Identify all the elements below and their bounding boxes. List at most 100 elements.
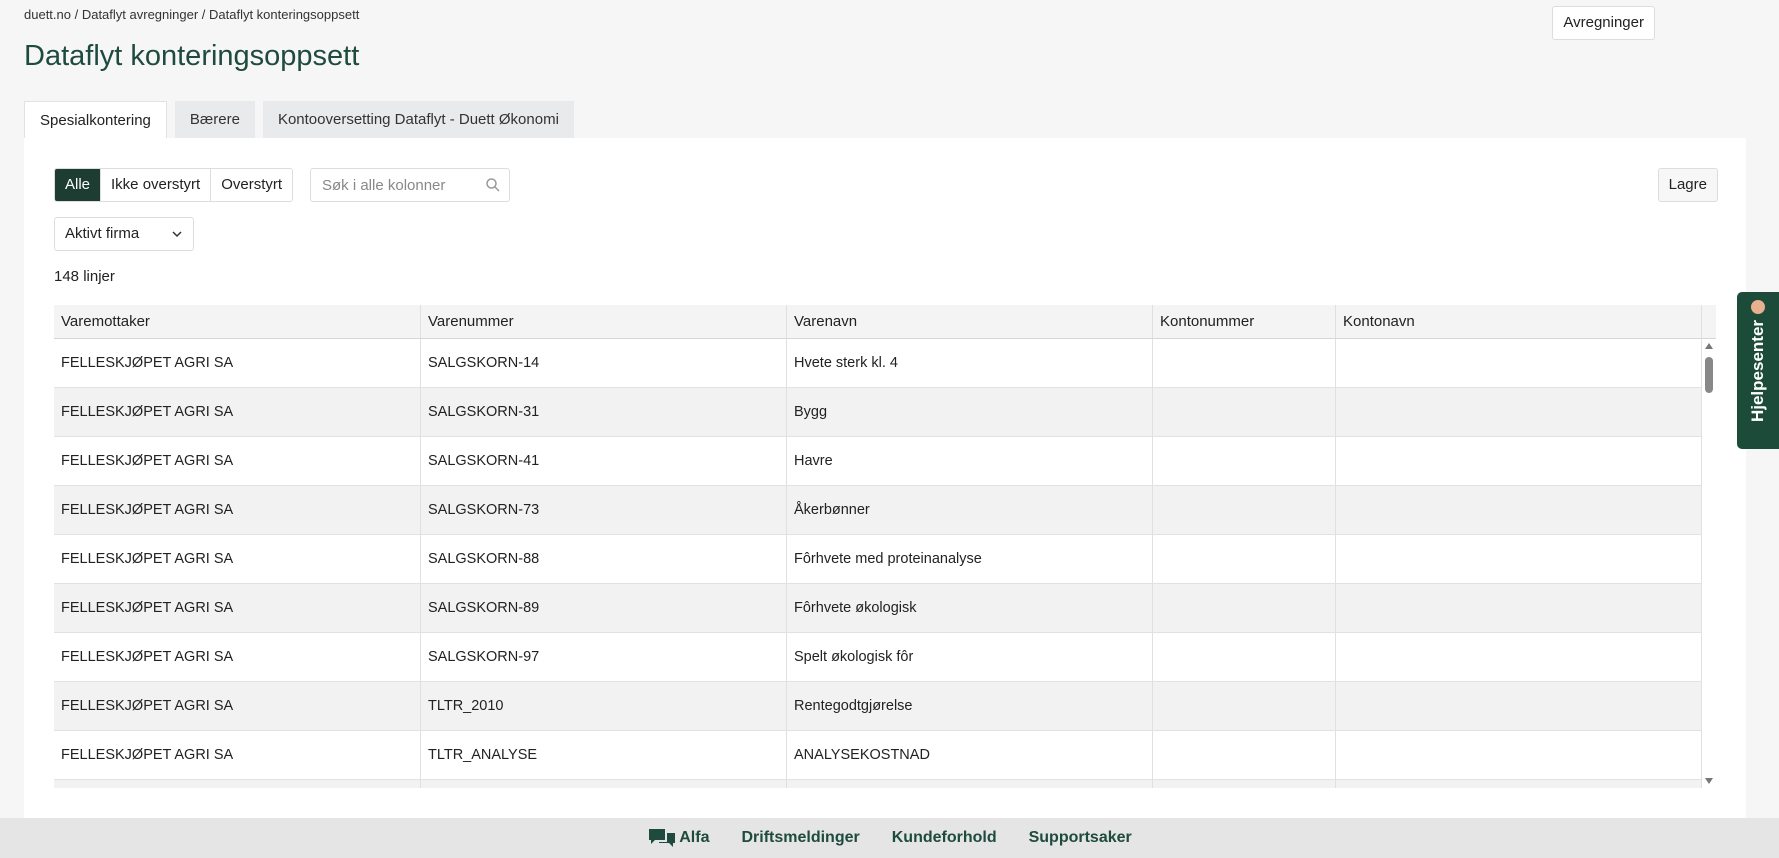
cell-varemottaker: FELLESKJØPET AGRI SA <box>54 682 421 730</box>
data-grid: Varemottaker Varenummer Varenavn Kontonu… <box>54 305 1716 788</box>
cell-varemottaker: FELLESKJØPET AGRI SA <box>54 486 421 534</box>
cell-varenummer <box>421 780 787 788</box>
search-icon[interactable] <box>485 177 501 193</box>
table-row[interactable]: FELLESKJØPET AGRI SA SALGSKORN-97 Spelt øk… <box>54 633 1716 682</box>
vertical-scrollbar[interactable] <box>1702 339 1716 788</box>
cell-varemottaker: FELLESKJØPET AGRI SA <box>54 535 421 583</box>
cell-varenummer: SALGSKORN-97 <box>421 633 787 681</box>
cell-varenavn: Spelt økologisk fôr <box>787 633 1153 681</box>
cell-kontonummer[interactable] <box>1153 388 1336 436</box>
help-center-tab[interactable]: Hjelpesenter <box>1737 292 1779 449</box>
chevron-down-icon <box>172 231 182 238</box>
cell-varenummer: SALGSKORN-41 <box>421 437 787 485</box>
table-row[interactable]: FELLESKJØPET AGRI SA TLTR_2010 Rentegodtgj… <box>54 682 1716 731</box>
column-header-varemottaker[interactable]: Varemottaker <box>54 305 421 338</box>
column-header-kontonummer[interactable]: Kontonummer <box>1153 305 1336 338</box>
column-header-varenavn[interactable]: Varenavn <box>787 305 1153 338</box>
grid-header: Varemottaker Varenummer Varenavn Kontonu… <box>54 305 1716 339</box>
footer-link-kundeforhold[interactable]: Kundeforhold <box>892 829 997 847</box>
cell-kontonavn[interactable] <box>1336 682 1702 730</box>
table-row[interactable]: FELLESKJØPET AGRI SA SALGSKORN-88 Fôrhvete… <box>54 535 1716 584</box>
avregninger-button[interactable]: Avregninger <box>1552 6 1655 40</box>
help-center-label: Hjelpesenter <box>1748 319 1767 422</box>
cell-kontonummer[interactable] <box>1153 584 1336 632</box>
grid-body: FELLESKJØPET AGRI SA SALGSKORN-14 Hvete st… <box>54 339 1716 788</box>
scroll-thumb[interactable] <box>1705 357 1713 393</box>
cell-varenummer: SALGSKORN-89 <box>421 584 787 632</box>
search-box <box>310 168 510 202</box>
cell-kontonavn[interactable] <box>1336 633 1702 681</box>
line-count: 148 linjer <box>54 268 115 285</box>
cell-kontonavn[interactable] <box>1336 780 1702 788</box>
tab-baerere[interactable]: Bærere <box>174 101 255 138</box>
footer-bar: Alfa Driftsmeldinger Kundeforhold Suppor… <box>0 818 1779 858</box>
company-select-value: Aktivt firma <box>65 225 140 242</box>
cell-kontonummer[interactable] <box>1153 682 1336 730</box>
cell-varenavn: Hvete sterk kl. 4 <box>787 339 1153 387</box>
table-row[interactable]: FELLESKJØPET AGRI SA SALGSKORN-31 Bygg <box>54 388 1716 437</box>
cell-varemottaker: FELLESKJØPET AGRI SA <box>54 437 421 485</box>
cell-kontonavn[interactable] <box>1336 731 1702 779</box>
tab-spesialkontering[interactable]: Spesialkontering <box>24 101 167 138</box>
table-row[interactable]: FELLESKJØPET AGRI SA SALGSKORN-89 Fôrhvete… <box>54 584 1716 633</box>
cell-kontonavn[interactable] <box>1336 486 1702 534</box>
table-row[interactable]: FELLESKJØPET AGRI SA SALGSKORN-41 Havre <box>54 437 1716 486</box>
cell-varenavn: Rentegodtgjørelse <box>787 682 1153 730</box>
page-title: Dataflyt konteringsoppsett <box>24 40 360 72</box>
filter-ikke-overstyrt-button[interactable]: Ikke overstyrt <box>101 169 212 201</box>
cell-varenavn <box>787 780 1153 788</box>
cell-kontonummer[interactable] <box>1153 535 1336 583</box>
cell-kontonavn[interactable] <box>1336 388 1702 436</box>
cell-kontonavn[interactable] <box>1336 584 1702 632</box>
tab-panel: Alle Ikke overstyrt Overstyrt Lagre Akti… <box>24 138 1746 818</box>
cell-kontonummer[interactable] <box>1153 339 1336 387</box>
table-row[interactable]: FELLESKJØPET AGRI SA SALGSKORN-73 Åkerbønn… <box>54 486 1716 535</box>
cell-varemottaker: FELLESKJØPET AGRI SA <box>54 584 421 632</box>
column-header-kontonavn[interactable]: Kontonavn <box>1336 305 1702 338</box>
table-row[interactable]: FELLESKJØPET AGRI SA SALGSKORN-14 Hvete st… <box>54 339 1716 388</box>
table-row[interactable] <box>54 780 1716 788</box>
cell-varenavn: Åkerbønner <box>787 486 1153 534</box>
cell-varemottaker: FELLESKJØPET AGRI SA <box>54 388 421 436</box>
search-input[interactable] <box>311 169 471 201</box>
filter-group: Alle Ikke overstyrt Overstyrt <box>54 168 294 202</box>
table-row[interactable]: FELLESKJØPET AGRI SA TLTR_ANALYSE ANALYSEK… <box>54 731 1716 780</box>
footer-link-alfa-label: Alfa <box>679 829 710 846</box>
cell-varemottaker <box>54 780 421 788</box>
cell-kontonavn[interactable] <box>1336 437 1702 485</box>
cell-kontonavn[interactable] <box>1336 535 1702 583</box>
filter-alle-button[interactable]: Alle <box>55 169 102 201</box>
footer-link-driftsmeldinger[interactable]: Driftsmeldinger <box>741 829 859 847</box>
filter-overstyrt-button[interactable]: Overstyrt <box>211 169 293 201</box>
save-button[interactable]: Lagre <box>1657 168 1718 202</box>
cell-varenavn: Fôrhvete økologisk <box>787 584 1153 632</box>
column-header-varenummer[interactable]: Varenummer <box>421 305 787 338</box>
chat-icon <box>649 829 676 847</box>
cell-varemottaker: FELLESKJØPET AGRI SA <box>54 633 421 681</box>
cell-kontonummer[interactable] <box>1153 731 1336 779</box>
breadcrumb: duett.no / Dataflyt avregninger / Datafl… <box>24 7 360 22</box>
cell-varenavn: ANALYSEKOSTNAD <box>787 731 1153 779</box>
scroll-down-icon[interactable] <box>1705 778 1713 784</box>
cell-varemottaker: FELLESKJØPET AGRI SA <box>54 339 421 387</box>
cell-kontonummer[interactable] <box>1153 633 1336 681</box>
cell-varenummer: SALGSKORN-31 <box>421 388 787 436</box>
hand-icon <box>1751 300 1765 314</box>
scroll-up-icon[interactable] <box>1705 343 1713 349</box>
company-select[interactable]: Aktivt firma <box>54 217 194 251</box>
cell-varenummer: TLTR_ANALYSE <box>421 731 787 779</box>
cell-kontonummer[interactable] <box>1153 437 1336 485</box>
cell-varenummer: TLTR_2010 <box>421 682 787 730</box>
cell-varenavn: Havre <box>787 437 1153 485</box>
cell-kontonummer[interactable] <box>1153 486 1336 534</box>
tab-kontooversetting[interactable]: Kontooversetting Dataflyt - Duett Økonom… <box>262 101 574 138</box>
footer-link-alfa[interactable]: Alfa <box>647 827 709 849</box>
cell-kontonummer[interactable] <box>1153 780 1336 788</box>
cell-varenummer: SALGSKORN-73 <box>421 486 787 534</box>
tab-bar: Spesialkontering Bærere Kontooversetting… <box>24 101 582 138</box>
cell-varemottaker: FELLESKJØPET AGRI SA <box>54 731 421 779</box>
cell-varenummer: SALGSKORN-14 <box>421 339 787 387</box>
cell-kontonavn[interactable] <box>1336 339 1702 387</box>
footer-link-supportsaker[interactable]: Supportsaker <box>1029 829 1132 847</box>
cell-varenummer: SALGSKORN-88 <box>421 535 787 583</box>
